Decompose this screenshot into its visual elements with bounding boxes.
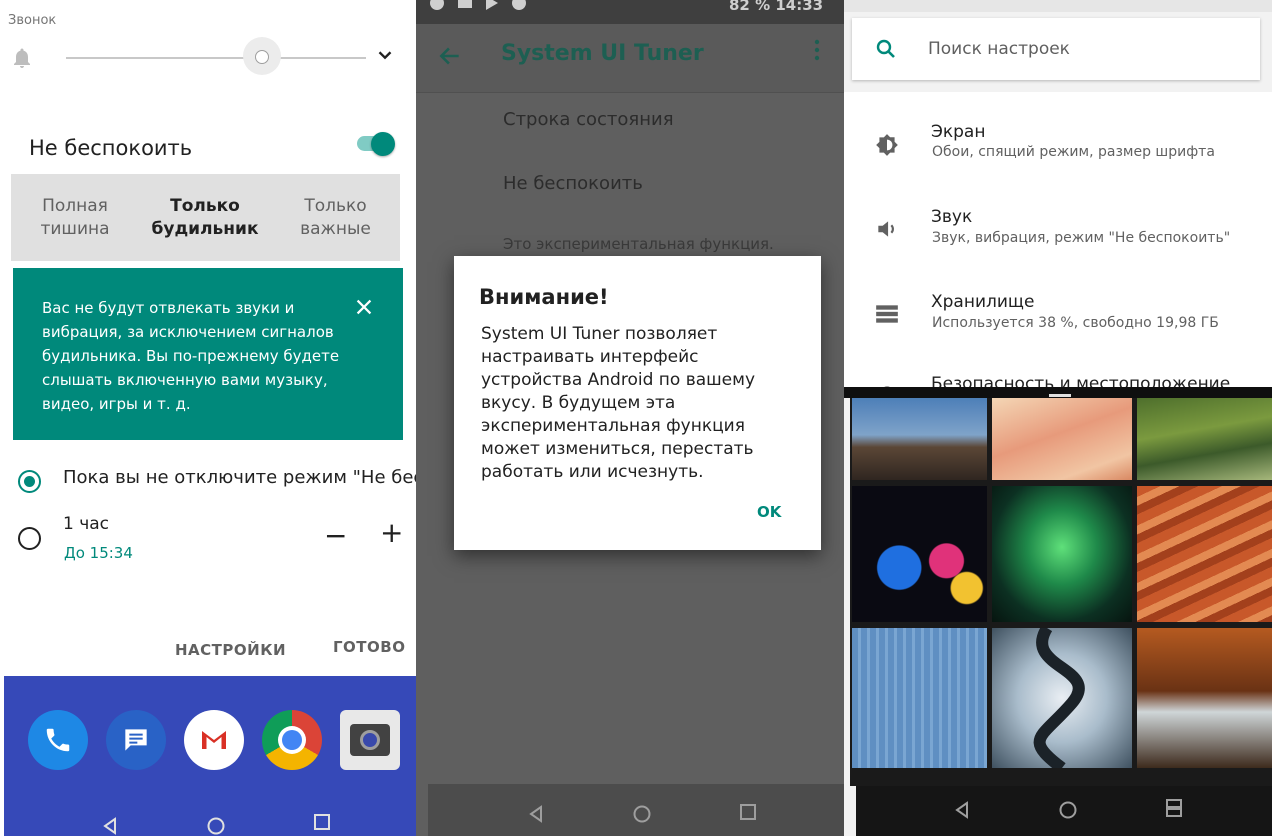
home-dock <box>4 676 428 836</box>
settings-button[interactable]: НАСТРОЙКИ <box>175 641 286 659</box>
split-handle[interactable] <box>1049 394 1071 397</box>
overflow-menu-icon[interactable] <box>812 39 822 61</box>
system-ui-tuner-panel: 82 % 14:33 System UI Tuner Строка состоя… <box>416 0 846 836</box>
settings-item-title: Звук <box>931 207 973 227</box>
search-bar[interactable]: Поиск настроек <box>852 18 1260 80</box>
settings-list: Экран Обои, спящий режим, размер шрифта … <box>844 92 1272 400</box>
mode-alarms-only[interactable]: Только будильник <box>139 174 271 261</box>
ring-volume-slider[interactable] <box>66 57 366 59</box>
dnd-info-card: Вас не будут отвлекать звуки и вибрация,… <box>13 268 403 440</box>
settings-item-subtitle: Используется 38 %, свободно 19,98 ГБ <box>932 315 1219 331</box>
tuner-title: System UI Tuner <box>501 41 704 66</box>
wallpaper-pastel-sand[interactable] <box>992 398 1132 480</box>
mode-total-silence[interactable]: Полная тишина <box>11 174 139 261</box>
warning-dialog: Внимание! System UI Tuner позволяет наст… <box>454 256 821 550</box>
home-nav-icon[interactable] <box>632 804 652 824</box>
back-nav-icon[interactable] <box>100 816 120 836</box>
option-until-off-label: Пока вы не отключите режим "Не бес... <box>63 467 428 488</box>
settings-item-title: Хранилище <box>931 292 1035 312</box>
camera-icon[interactable] <box>340 710 400 770</box>
option-one-hour-label: 1 час <box>63 514 110 534</box>
experimental-note: Это экспериментальная функция. <box>503 235 774 253</box>
status-bar <box>844 0 1272 12</box>
play-store-notification-icon <box>486 0 498 10</box>
settings-item-subtitle: Обои, спящий режим, размер шрифта <box>932 144 1215 160</box>
radio-one-hour[interactable] <box>18 527 41 550</box>
wallpaper-aurora[interactable] <box>992 486 1132 622</box>
wallpaper-river-valley[interactable] <box>1137 398 1272 480</box>
done-button[interactable]: ГОТОВО <box>333 638 405 656</box>
search-placeholder: Поиск настроек <box>928 39 1070 59</box>
home-nav-icon[interactable] <box>206 816 226 836</box>
bell-icon[interactable] <box>10 46 34 70</box>
dnd-setting[interactable]: Не беспокоить <box>503 173 643 194</box>
ring-volume-label: Звонок <box>8 13 57 28</box>
back-nav-icon[interactable] <box>526 804 546 824</box>
split-screen-nav-icon[interactable] <box>1164 798 1184 818</box>
dialog-body: System UI Tuner позволяет настраивать ин… <box>481 324 756 482</box>
home-nav-icon[interactable] <box>1058 800 1078 820</box>
messages-icon[interactable] <box>106 710 166 770</box>
status-bar: 82 % 14:33 <box>416 0 846 24</box>
back-nav-icon[interactable] <box>952 800 972 820</box>
navigation-bar <box>428 784 846 836</box>
decrease-button[interactable]: − <box>324 519 347 552</box>
image-notification-icon <box>458 0 472 8</box>
volume-dnd-panel: Звонок Не беспокоить Полная тишина Тольк… <box>0 0 428 836</box>
wallpaper-gallery <box>850 398 1272 786</box>
wallpaper-sandstone-waves[interactable] <box>1137 486 1272 622</box>
dnd-title: Не беспокоить <box>29 136 193 160</box>
back-arrow-icon[interactable] <box>437 43 463 69</box>
dnd-mode-selector: Полная тишина Только будильник Только ва… <box>11 174 400 261</box>
phone-icon[interactable] <box>28 710 88 770</box>
storage-icon <box>876 305 898 323</box>
chevron-down-icon[interactable] <box>374 44 396 66</box>
dnd-toggle-knob[interactable] <box>371 132 395 156</box>
wallpaper-lighthouse[interactable] <box>852 398 987 480</box>
gmail-icon[interactable] <box>184 710 244 770</box>
dialog-title: Внимание! <box>479 285 609 309</box>
status-bar-setting[interactable]: Строка состояния <box>503 109 674 130</box>
winding-road-shape <box>1033 624 1085 773</box>
wallpaper-paint-splash[interactable] <box>852 486 987 622</box>
recents-nav-icon[interactable] <box>312 812 332 832</box>
increase-button[interactable]: + <box>380 516 403 549</box>
chrome-icon[interactable] <box>262 710 322 770</box>
wallpaper-blue-wall[interactable] <box>852 628 987 768</box>
wallpaper-winding-road[interactable] <box>992 624 1132 773</box>
close-icon[interactable] <box>353 296 375 318</box>
recents-nav-icon[interactable] <box>738 802 758 822</box>
navigation-bar <box>856 786 1272 836</box>
dnd-info-text: Вас не будут отвлекать звуки и вибрация,… <box>42 299 340 413</box>
option-one-hour-until: До 15:34 <box>64 544 133 562</box>
music-notification-icon <box>430 0 444 10</box>
toolbar-divider <box>416 92 846 93</box>
settings-item-subtitle: Звук, вибрация, режим "Не беспокоить" <box>932 230 1231 246</box>
dialog-ok-button[interactable]: OK <box>757 503 781 521</box>
slider-thumb[interactable] <box>255 50 269 64</box>
settings-item-title: Экран <box>931 122 986 142</box>
volume-icon <box>878 221 894 237</box>
settings-split-panel: Поиск настроек Экран Обои, спящий режим,… <box>844 0 1272 836</box>
dot-notification-icon <box>512 0 526 10</box>
mode-priority-only[interactable]: Только важные <box>271 174 400 261</box>
battery-time-readout: 82 % 14:33 <box>729 0 824 14</box>
wallpaper-autumn-waterfall[interactable] <box>1137 628 1272 768</box>
brightness-icon <box>876 134 898 156</box>
search-icon <box>876 39 895 58</box>
radio-until-off[interactable] <box>18 470 41 493</box>
